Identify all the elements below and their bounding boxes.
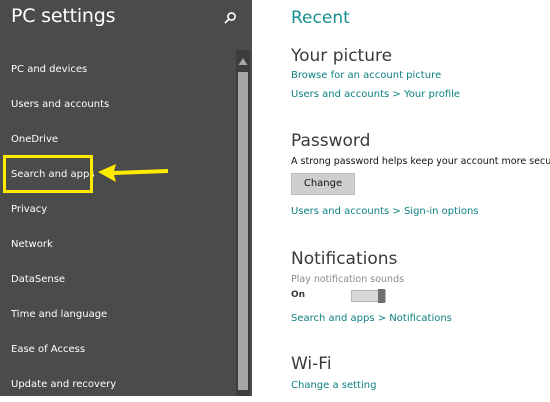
sidebar-item-network[interactable]: Network xyxy=(0,228,236,262)
notifications-heading: Notifications xyxy=(291,249,398,269)
sign-in-options-link[interactable]: Users and accounts > Sign-in options xyxy=(291,206,479,217)
password-heading: Password xyxy=(291,131,371,151)
change-setting-link[interactable]: Change a setting xyxy=(291,380,376,391)
chevron-up-icon[interactable] xyxy=(236,56,250,68)
sidebar-item-onedrive[interactable]: OneDrive xyxy=(0,123,236,157)
sidebar-item-users-and-accounts[interactable]: Users and accounts xyxy=(0,88,236,122)
password-description: A strong password helps keep your accoun… xyxy=(291,156,550,167)
sidebar-item-update-and-recovery[interactable]: Update and recovery xyxy=(0,368,236,402)
page-title: Recent xyxy=(291,8,350,28)
sidebar-item-ease-of-access[interactable]: Ease of Access xyxy=(0,333,236,367)
notification-sounds-label: Play notification sounds xyxy=(291,274,405,285)
sidebar-item-pc-and-devices[interactable]: PC and devices xyxy=(0,53,236,87)
sidebar-item-datasense[interactable]: DataSense xyxy=(0,263,236,297)
notification-sounds-state: On xyxy=(291,290,306,300)
browse-account-picture-link[interactable]: Browse for an account picture xyxy=(291,70,441,81)
main-content: Recent Your picture Browse for an accoun… xyxy=(252,0,550,396)
sidebar: PC settings PC and devices Users and acc… xyxy=(0,0,252,396)
sidebar-item-time-and-language[interactable]: Time and language xyxy=(0,298,236,332)
highlight-box xyxy=(3,155,93,193)
notification-sounds-toggle[interactable] xyxy=(351,289,387,303)
notifications-link[interactable]: Search and apps > Notifications xyxy=(291,313,452,324)
your-profile-link[interactable]: Users and accounts > Your profile xyxy=(291,89,460,100)
your-picture-heading: Your picture xyxy=(291,46,393,66)
sidebar-scrollbar[interactable] xyxy=(236,50,250,396)
search-icon[interactable] xyxy=(222,10,238,26)
sidebar-item-privacy[interactable]: Privacy xyxy=(0,193,236,227)
change-password-button[interactable]: Change xyxy=(291,173,355,195)
arrow-left-icon xyxy=(98,164,168,182)
sidebar-title: PC settings xyxy=(11,5,116,27)
scroll-thumb[interactable] xyxy=(238,72,248,390)
wifi-heading: Wi-Fi xyxy=(291,354,332,374)
